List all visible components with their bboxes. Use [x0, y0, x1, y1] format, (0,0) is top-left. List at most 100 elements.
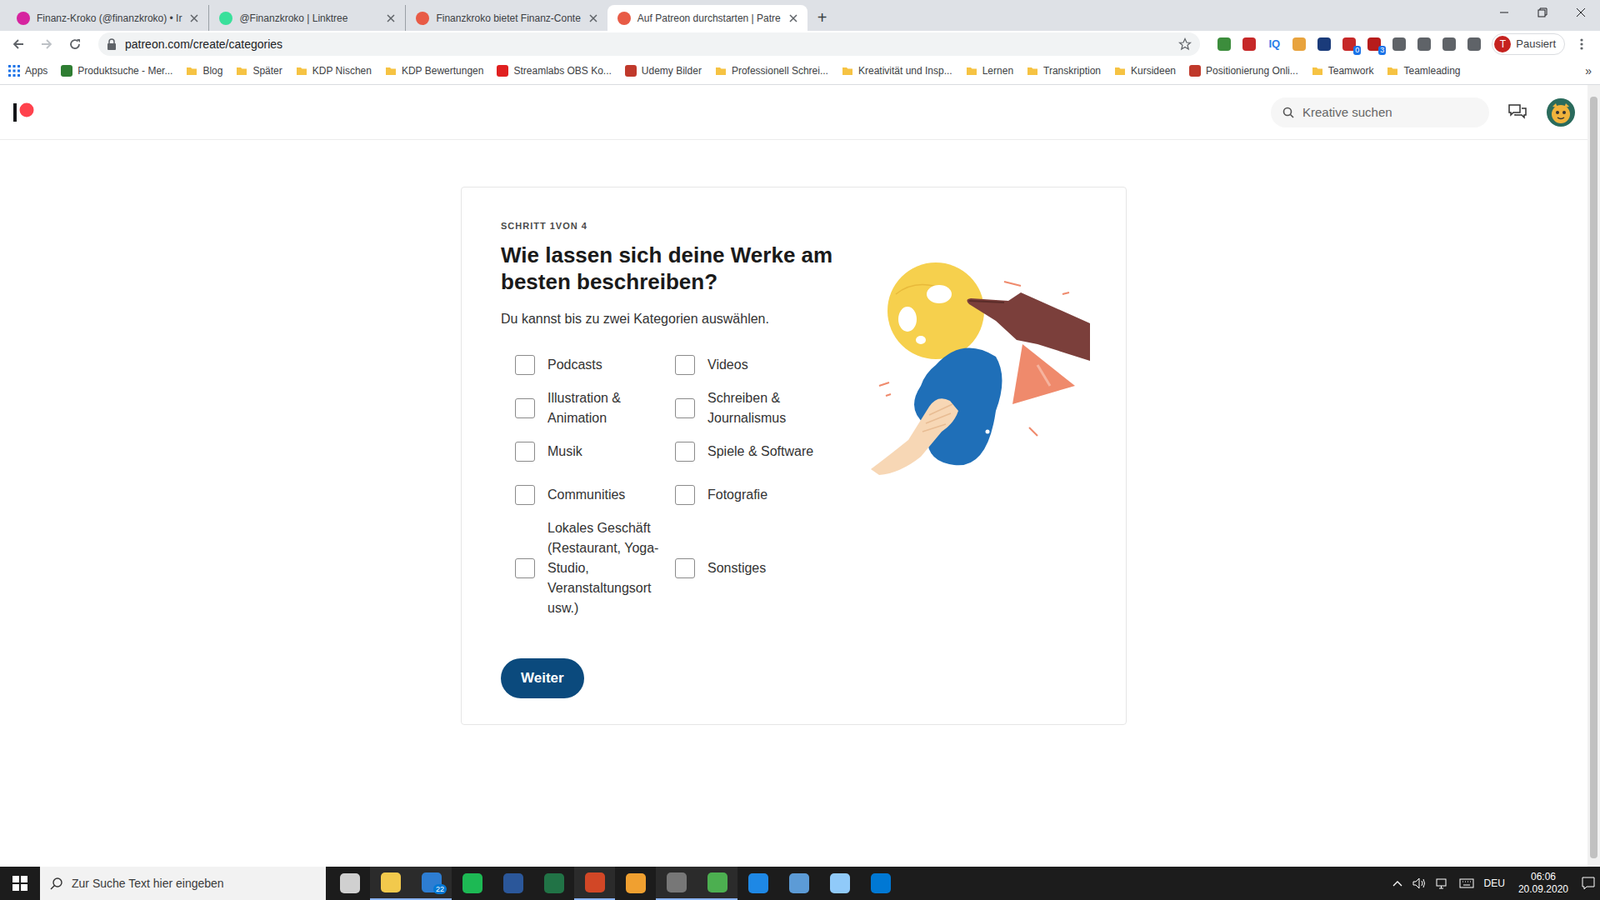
extension-button[interactable] — [1291, 36, 1307, 52]
keyboard-icon[interactable] — [1459, 878, 1475, 889]
checkbox[interactable] — [675, 441, 695, 462]
notification-icon[interactable] — [1581, 876, 1595, 890]
extension-button[interactable] — [1316, 36, 1332, 52]
bookmark[interactable]: Udemy Bilder — [625, 65, 702, 77]
browser-tab[interactable]: @Finanzkroko | Linktree — [209, 5, 406, 31]
checkbox[interactable] — [515, 355, 535, 375]
bookmark[interactable]: Apps — [8, 65, 48, 77]
creator-search[interactable] — [1270, 97, 1490, 128]
speaker-icon[interactable] — [1412, 877, 1426, 890]
forward-button[interactable] — [35, 32, 59, 56]
category-option[interactable]: Fotografie — [675, 475, 842, 515]
address-bar[interactable]: patreon.com/create/categories — [98, 32, 1200, 56]
patreon-logo-icon[interactable] — [13, 102, 35, 123]
scrollbar[interactable] — [1587, 85, 1600, 867]
icon-part — [385, 67, 396, 75]
taskbar-app[interactable] — [655, 866, 697, 900]
bookmark[interactable]: Transkription — [1026, 65, 1101, 77]
close-window-button[interactable] — [1561, 0, 1600, 25]
more-bookmarks-button[interactable]: » — [1585, 64, 1592, 78]
taskbar-app[interactable]: 22 — [410, 866, 452, 900]
taskbar-app[interactable] — [615, 866, 656, 900]
category-option[interactable]: Schreiben & Journalismus — [675, 388, 842, 429]
extension-button[interactable] — [1416, 36, 1432, 52]
scrollbar-thumb[interactable] — [1590, 96, 1598, 859]
avatar-button[interactable] — [1545, 97, 1576, 128]
checkbox[interactable] — [675, 558, 695, 579]
category-option[interactable]: Spiele & Software — [675, 431, 842, 472]
restore-button[interactable] — [1523, 0, 1562, 25]
close-icon[interactable] — [587, 12, 600, 25]
category-option[interactable]: Podcasts — [515, 345, 675, 385]
checkbox[interactable] — [515, 398, 535, 419]
bookmark[interactable]: Produktsuche - Mer... — [60, 65, 173, 77]
extension-button[interactable]: IQ — [1266, 36, 1282, 52]
taskbar-app[interactable] — [737, 866, 779, 900]
bookmark[interactable]: Teamwork — [1311, 65, 1375, 77]
extension-button[interactable] — [1241, 36, 1257, 52]
taskbar-app[interactable] — [370, 866, 411, 900]
taskbar-app[interactable] — [451, 866, 493, 900]
checkbox[interactable] — [515, 485, 535, 505]
taskbar-search[interactable]: Zur Suche Text hier eingeben — [40, 866, 326, 900]
reload-button[interactable] — [63, 32, 87, 56]
category-option[interactable]: Communities — [515, 475, 675, 515]
taskbar-app[interactable] — [696, 866, 738, 900]
profile-button[interactable]: TPausiert — [1491, 33, 1565, 55]
browser-tab[interactable]: Finanz-Kroko (@finanzkroko) • Ir — [6, 5, 210, 31]
new-tab-button[interactable]: + — [807, 5, 838, 31]
bookmark[interactable]: Professionell Schrei... — [715, 65, 829, 77]
input-language[interactable]: DEU — [1484, 877, 1505, 890]
creator-search-input[interactable] — [1302, 105, 1478, 120]
messages-button[interactable] — [1502, 97, 1533, 128]
bookmark[interactable]: Lernen — [965, 65, 1014, 77]
bookmark[interactable]: KDP Bewertungen — [385, 65, 485, 77]
taskbar-app[interactable] — [574, 866, 615, 900]
clock[interactable]: 06:0620.09.2020 — [1515, 870, 1572, 896]
star-icon[interactable] — [1178, 37, 1192, 51]
chevron-up-icon[interactable] — [1392, 879, 1403, 888]
category-option[interactable]: Musik — [515, 431, 675, 472]
bookmark[interactable]: KDP Nischen — [295, 65, 372, 77]
menu-button[interactable] — [1570, 32, 1594, 56]
taskbar-app[interactable] — [329, 866, 370, 900]
category-option[interactable]: Illustration & Animation — [515, 388, 675, 429]
extension-button[interactable] — [1216, 36, 1232, 52]
category-option[interactable]: Videos — [675, 345, 842, 385]
bookmark[interactable]: Blog — [185, 65, 223, 77]
taskbar-app[interactable] — [819, 866, 860, 900]
extension-button[interactable] — [1466, 36, 1482, 52]
back-button[interactable] — [6, 32, 30, 56]
close-icon[interactable] — [385, 12, 397, 25]
taskbar-app[interactable] — [492, 866, 534, 900]
bookmark[interactable]: Streamlabs OBS Ko... — [496, 65, 611, 77]
category-option[interactable]: Lokales Geschäft (Restaurant, Yoga-Studi… — [515, 518, 675, 619]
taskbar-app[interactable] — [533, 866, 575, 900]
extension-button[interactable]: 0 — [1341, 36, 1357, 52]
bookmark[interactable]: Teamleading — [1386, 65, 1460, 77]
close-icon[interactable] — [188, 12, 200, 25]
bookmark[interactable]: Kreativität und Insp... — [841, 65, 953, 77]
minimize-button[interactable] — [1485, 0, 1524, 25]
taskbar-app[interactable] — [778, 866, 820, 900]
bookmark[interactable]: Kursideen — [1114, 65, 1176, 77]
bookmark[interactable]: Positionierung Onli... — [1189, 65, 1299, 77]
checkbox[interactable] — [675, 355, 695, 375]
close-icon[interactable] — [787, 12, 800, 25]
browser-tab[interactable]: Auf Patreon durchstarten | Patre — [607, 5, 808, 31]
icon-part — [295, 65, 308, 77]
checkbox[interactable] — [675, 485, 695, 505]
browser-tab[interactable]: Finanzkroko bietet Finanz-Conte — [405, 5, 607, 31]
extension-button[interactable]: 3 — [1366, 36, 1382, 52]
checkbox[interactable] — [675, 398, 695, 419]
checkbox[interactable] — [515, 558, 535, 579]
start-button[interactable] — [0, 866, 40, 900]
extension-button[interactable] — [1391, 36, 1407, 52]
bookmark[interactable]: Später — [235, 65, 282, 77]
taskbar-app[interactable] — [860, 866, 901, 900]
extension-button[interactable] — [1441, 36, 1457, 52]
network-icon[interactable] — [1435, 877, 1450, 890]
category-option[interactable]: Sonstiges — [675, 518, 842, 619]
checkbox[interactable] — [515, 441, 535, 462]
next-button[interactable]: Weiter — [500, 658, 585, 699]
